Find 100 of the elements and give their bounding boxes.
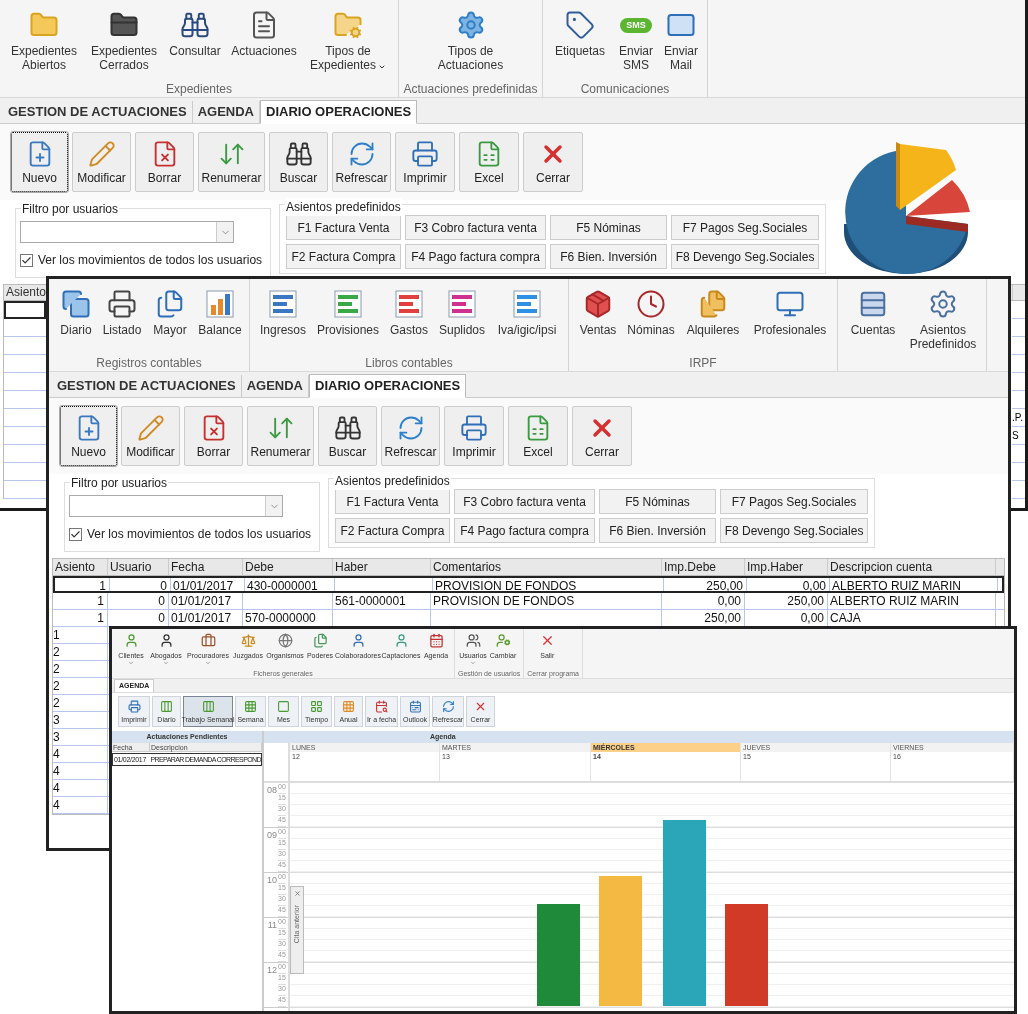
table-row[interactable]: 4 [53,780,108,797]
toolbar-button[interactable]: Cerrar [572,406,632,466]
ribbon-button[interactable]: Suplidos [434,285,490,337]
ribbon-button[interactable]: Iva/igic/ipsi [490,285,564,337]
ribbon-button[interactable]: Alquileres [679,285,747,337]
table-cell: 0 [108,593,169,609]
table-row[interactable]: 4 [53,797,108,814]
ribbon-button[interactable]: Tipos de Actuaciones [403,6,538,72]
ribbon-button[interactable]: Cuentas [842,285,904,337]
toolbar-button[interactable]: Borrar [184,406,243,466]
pages-icon [698,289,728,319]
table-row[interactable]: 2 [53,678,108,695]
ribbon-button[interactable]: Tipos de Expedientes [302,6,394,72]
ribbon-button[interactable]: Listado [99,285,145,337]
table-cell: 01/01/2017 [169,593,243,609]
ribbon-button[interactable]: Provisiones [312,285,384,337]
table-row[interactable]: 1 [53,627,108,644]
ribbon-button[interactable]: Gastos [384,285,434,337]
preset-button[interactable]: F8 Devengo Seg.Sociales [720,518,868,543]
table-row[interactable]: 2 [53,644,108,661]
preset-button[interactable]: F4 Pago factura compra [405,244,546,269]
toolbar-button[interactable]: Renumerar [198,132,265,192]
preset-button[interactable]: F7 Pagos Seg.Sociales [720,489,868,514]
table-row[interactable] [4,301,46,319]
ribbon-button[interactable]: Nóminas [623,285,679,337]
table-row[interactable]: 3 [53,712,108,729]
checkbox[interactable] [20,253,33,267]
table-cell: ALBERTO RUIZ MARIN [830,578,998,591]
ribbon-button[interactable]: Mayor [145,285,195,337]
ribbon-button[interactable]: Balance [195,285,245,337]
ledger-icon [394,289,424,319]
calendar-icon [375,699,388,713]
ribbon-button[interactable]: Expedientes Cerrados [84,6,164,72]
preset-button[interactable]: F2 Factura Compra [335,518,450,543]
briefcase-icon [200,633,216,648]
table-cell: .P. [1012,409,1025,427]
preset-button[interactable]: F7 Pagos Seg.Sociales [671,215,819,240]
table-row[interactable]: 3 [53,729,108,746]
printer-icon [411,139,439,168]
close-icon [293,890,301,897]
tab[interactable]: DIARIO OPERACIONES [260,100,418,124]
grid-icon [244,699,257,713]
ribbon-button[interactable]: Etiquetas [547,6,613,58]
tag-icon [565,10,595,40]
table-row[interactable]: 2 [53,695,108,712]
preset-button[interactable]: F8 Devengo Seg.Sociales [671,244,819,269]
preset-button[interactable]: F3 Cobro factura venta [454,489,595,514]
copy-icon [61,289,91,319]
toolbar-button[interactable]: Renumerar [247,406,314,466]
toolbar-button[interactable]: Imprimir [444,406,504,466]
ribbon-button[interactable]: Enviar Mail [659,6,703,72]
preset-button[interactable]: F3 Cobro factura venta [405,215,546,240]
toolbar-button[interactable]: Buscar [269,132,328,192]
table-row[interactable]: 4 [53,746,108,763]
preset-button[interactable]: F1 Factura Venta [335,489,450,514]
preset-button[interactable]: F1 Factura Venta [286,215,401,240]
preset-button[interactable]: F2 Factura Compra [286,244,401,269]
ribbon-group-label: Comunicaciones [579,82,671,97]
ribbon-button[interactable]: Consultar [164,6,226,58]
tab[interactable]: DIARIO OPERACIONES [309,374,467,398]
toolbar-button[interactable]: Buscar [318,406,377,466]
user-gear-icon [495,633,511,648]
user-dropdown[interactable] [69,495,283,517]
table-cell: PROVISION DE FONDOS [431,593,662,609]
table-row[interactable]: 2 [53,661,108,678]
preset-button[interactable]: F5 Nóminas [599,489,716,514]
toolbar-button[interactable]: Modificar [72,132,131,192]
toolbar-button[interactable]: Excel [508,406,568,466]
toolbar-button[interactable]: Refrescar [332,132,391,192]
preset-button[interactable]: F6 Bien. Inversión [550,244,667,269]
ribbon-button[interactable]: Ingresos [254,285,312,337]
toolbar-button[interactable]: Borrar [135,132,194,192]
table-cell: 1 [53,610,108,626]
ribbon-button[interactable]: SMS Enviar SMS [613,6,659,72]
ribbon-button[interactable]: Diario [53,285,99,337]
ribbon-button[interactable]: Actuaciones [226,6,302,58]
tab[interactable]: GESTION DE ACTUACIONES [3,101,193,123]
table-row[interactable]: 1 0 01/01/2017 561-0000001 PROVISION DE FONDOS 0,00 250,00 ALBERTO RUIZ MARIN [53,593,1004,610]
chat-bubble-icon: SMS [620,17,652,33]
table-row[interactable]: 4 [53,763,108,780]
table-row[interactable]: 1 0 01/01/2017 430-0000001 PROVISION DE FONDOS 250,00 0,00 ALBERTO RUIZ MARIN [53,576,1004,593]
ribbon-button[interactable]: Asientos Predefinidos [904,285,982,351]
toolbar-button[interactable]: Modificar [121,406,180,466]
globe-icon [277,633,293,648]
toolbar-button[interactable]: Imprimir [395,132,455,192]
toolbar-button[interactable]: Nuevo [60,406,117,466]
toolbar-button[interactable]: Refrescar [381,406,440,466]
checkbox[interactable] [69,527,82,541]
preset-button[interactable]: F4 Pago factura compra [454,518,595,543]
ribbon-button[interactable]: Expedientes Abiertos [4,6,84,72]
ribbon-button[interactable]: Ventas [573,285,623,337]
toolbar-button[interactable]: Nuevo [11,132,68,192]
toolbar-button[interactable]: Cerrar [523,132,583,192]
grid-icon [310,699,323,713]
ribbon-button[interactable]: Profesionales [747,285,833,337]
tab[interactable]: GESTION DE ACTUACIONES [52,375,242,397]
toolbar-button[interactable]: Excel [459,132,519,192]
preset-button[interactable]: F6 Bien. Inversión [599,518,716,543]
preset-button[interactable]: F5 Nóminas [550,215,667,240]
user-dropdown[interactable] [20,221,234,243]
